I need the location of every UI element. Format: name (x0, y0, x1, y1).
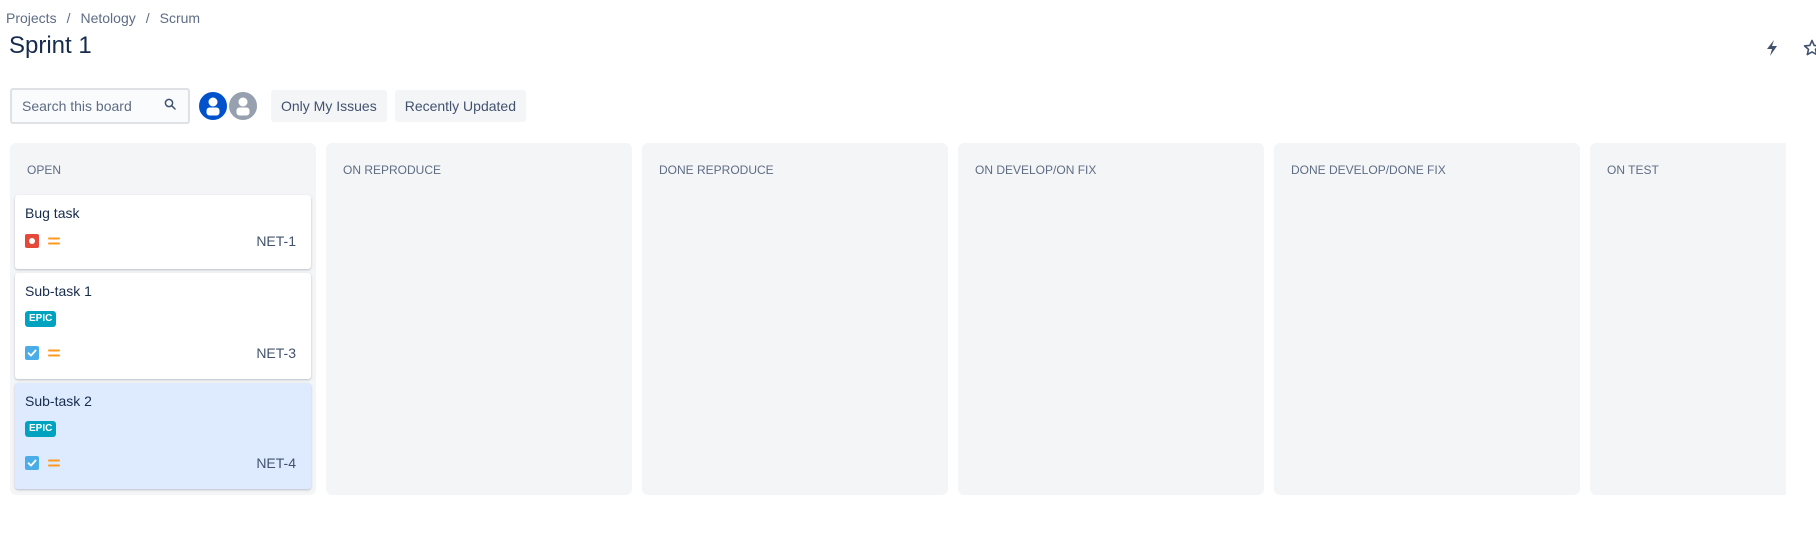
breadcrumb-separator: / (66, 10, 71, 26)
column-header: DONE REPRODUCE (659, 163, 774, 177)
priority-medium-icon (47, 234, 61, 248)
breadcrumb-scrum[interactable]: Scrum (160, 10, 200, 26)
column-header: ON TEST (1607, 163, 1659, 177)
user-avatar-2[interactable] (227, 90, 259, 122)
breadcrumb-separator: / (145, 10, 150, 26)
user-avatar-1[interactable] (197, 90, 229, 122)
search-icon (164, 97, 176, 115)
issue-key[interactable]: NET-3 (256, 345, 296, 361)
column-on-develop: ON DEVELOP/ON FIX (958, 143, 1264, 495)
board-page: Projects / Netology / Scrum Sprint 1 Sea… (0, 0, 1816, 554)
card-footer: NET-3 (25, 345, 296, 361)
column-open: OPEN Bug task NET-1 Sub-task 1 EPIC NET-… (10, 143, 316, 495)
star-icon[interactable] (1800, 36, 1816, 60)
bug-icon (25, 234, 39, 248)
issue-card-net-1[interactable]: Bug task NET-1 (15, 195, 311, 269)
epic-badge[interactable]: EPIC (25, 311, 57, 327)
column-done-reproduce: DONE REPRODUCE (642, 143, 948, 495)
card-footer: NET-1 (25, 233, 296, 249)
issue-key[interactable]: NET-4 (256, 455, 296, 471)
column-header: OPEN (27, 163, 62, 177)
user-icon (236, 97, 250, 116)
header-actions (1760, 36, 1816, 60)
card-summary: Bug task (25, 205, 80, 221)
column-on-test: ON TEST (1590, 143, 1786, 495)
recently-updated-filter[interactable]: Recently Updated (394, 90, 526, 122)
only-my-issues-filter[interactable]: Only My Issues (271, 90, 387, 122)
priority-medium-icon (47, 346, 61, 360)
breadcrumb-netology[interactable]: Netology (80, 10, 135, 26)
column-done-develop: DONE DEVELOP/DONE FIX (1274, 143, 1580, 495)
card-summary: Sub-task 2 (25, 393, 92, 409)
lightning-icon[interactable] (1760, 36, 1784, 60)
priority-medium-icon (47, 456, 61, 470)
subtask-icon (25, 346, 39, 360)
subtask-icon (25, 456, 39, 470)
epic-badge[interactable]: EPIC (25, 421, 57, 437)
column-on-reproduce: ON REPRODUCE (326, 143, 632, 495)
board-columns: OPEN Bug task NET-1 Sub-task 1 EPIC NET-… (10, 143, 1786, 495)
breadcrumb-projects[interactable]: Projects (6, 10, 57, 26)
column-header: ON REPRODUCE (343, 163, 442, 177)
issue-key[interactable]: NET-1 (256, 233, 296, 249)
issue-card-net-4[interactable]: Sub-task 2 EPIC NET-4 (15, 383, 311, 489)
card-footer: NET-4 (25, 455, 296, 471)
card-list: Bug task NET-1 Sub-task 1 EPIC NET-3 Sub… (15, 195, 311, 493)
card-summary: Sub-task 1 (25, 283, 92, 299)
avatar-group (197, 90, 259, 122)
issue-card-net-3[interactable]: Sub-task 1 EPIC NET-3 (15, 273, 311, 379)
column-header: DONE DEVELOP/DONE FIX (1291, 163, 1446, 177)
board-toolbar: Only My Issues Recently Updated (10, 88, 526, 124)
breadcrumb: Projects / Netology / Scrum (6, 10, 200, 26)
user-icon (206, 97, 220, 116)
column-header: ON DEVELOP/ON FIX (975, 163, 1097, 177)
page-title: Sprint 1 (9, 32, 92, 59)
search-box[interactable] (10, 88, 190, 124)
search-input[interactable] (20, 97, 164, 115)
